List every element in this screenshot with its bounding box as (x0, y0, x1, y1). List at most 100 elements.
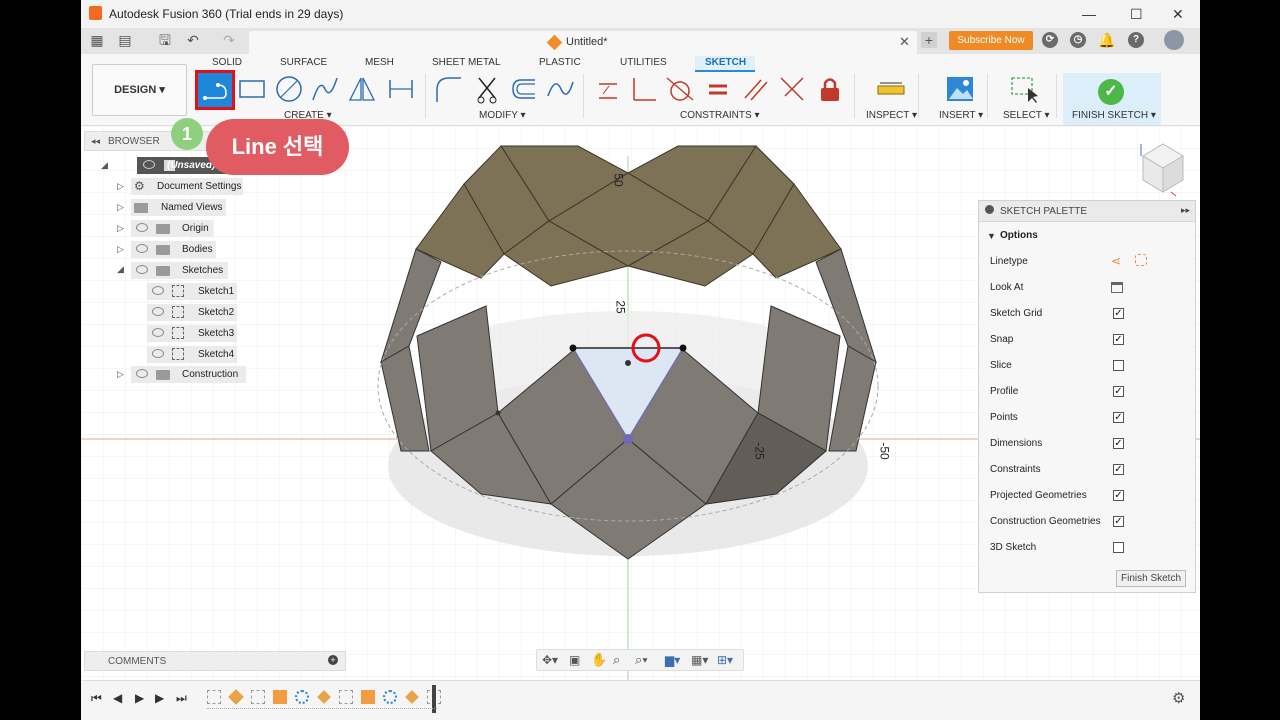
timeline-sketch-feature[interactable] (207, 690, 221, 704)
trim-tool-icon[interactable] (473, 74, 503, 104)
tangent-constraint-icon[interactable] (665, 74, 695, 104)
fillet-tool-icon[interactable] (433, 74, 463, 104)
tab-solid[interactable]: SOLID (212, 57, 242, 68)
pan-icon[interactable]: ✋ (591, 652, 607, 668)
tab-sketch[interactable]: SKETCH (705, 57, 746, 68)
timeline-extrude-feature[interactable] (317, 690, 331, 704)
browser-item-sketches[interactable]: Sketches (131, 262, 228, 279)
mirror-tool-icon[interactable] (347, 74, 377, 104)
tab-mesh[interactable]: MESH (365, 57, 394, 68)
profile-checkbox[interactable]: ✓ (1113, 386, 1124, 397)
equal-constraint-icon[interactable] (703, 74, 733, 104)
help-icon[interactable]: ? (1128, 32, 1144, 48)
centerline-linetype-icon[interactable] (1135, 254, 1147, 266)
tab-plastic[interactable]: PLASTIC (539, 57, 581, 68)
minimize-button[interactable]: — (1082, 6, 1096, 22)
job-status-icon[interactable]: ◷ (1070, 32, 1086, 48)
subscribe-button[interactable]: Subscribe Now (949, 31, 1033, 50)
insert-menu[interactable]: INSERT ▾ (939, 110, 983, 121)
timeline-body-feature[interactable] (361, 690, 375, 704)
browser-item-sketch4[interactable]: Sketch4 (147, 346, 237, 363)
browser-item-sketch1[interactable]: Sketch1 (147, 283, 237, 300)
timeline-pattern-feature[interactable] (383, 690, 397, 704)
display-settings-icon[interactable]: ▆▾ (665, 653, 680, 667)
fit-icon[interactable]: ⌕▾ (635, 652, 648, 668)
dimensions-checkbox[interactable]: ✓ (1113, 438, 1124, 449)
data-panel-grid-icon[interactable]: ▦ (89, 32, 105, 48)
offset-tool-icon[interactable] (509, 74, 539, 104)
visibility-eye-icon[interactable] (136, 244, 148, 253)
construction-linetype-icon[interactable]: ⋖ (1111, 254, 1121, 268)
select-menu[interactable]: SELECT ▾ (1003, 110, 1050, 121)
construction-geometries-checkbox[interactable]: ✓ (1113, 516, 1124, 527)
finish-sketch-check-icon[interactable]: ✓ (1098, 79, 1124, 105)
select-tool-icon[interactable] (1010, 74, 1040, 104)
expand-icon[interactable]: ▷ (117, 369, 124, 380)
browser-item-sketch3[interactable]: Sketch3 (147, 325, 237, 342)
maximize-button[interactable]: ☐ (1130, 6, 1143, 23)
undo-icon[interactable]: ↶ (185, 32, 201, 48)
notifications-icon[interactable]: 🔔 (1098, 32, 1115, 48)
extensions-icon[interactable]: ⟳ (1042, 32, 1058, 48)
line-tool-button[interactable] (198, 73, 232, 107)
visibility-eye-icon[interactable] (143, 160, 155, 169)
sketch-grid-checkbox[interactable]: ✓ (1113, 308, 1124, 319)
constraints-checkbox[interactable]: ✓ (1113, 464, 1124, 475)
look-at-nav-icon[interactable]: ▣ (569, 653, 580, 667)
fix-constraint-icon[interactable] (815, 74, 845, 104)
palette-pin-icon[interactable] (985, 205, 994, 214)
workspace-switcher[interactable]: DESIGN ▾ (92, 64, 187, 116)
step-forward-icon[interactable]: ▶ (155, 691, 164, 705)
constraints-menu[interactable]: CONSTRAINTS ▾ (680, 110, 759, 121)
user-avatar[interactable] (1164, 30, 1184, 50)
browser-item-bodies[interactable]: Bodies (131, 241, 216, 258)
new-tab-button[interactable]: + (921, 32, 937, 48)
hidden-eye-icon[interactable] (152, 307, 164, 316)
look-at-icon[interactable] (1111, 282, 1123, 293)
collapse-browser-icon[interactable]: ◂◂ (91, 136, 100, 147)
tab-sheet-metal[interactable]: SHEET METAL (432, 57, 501, 68)
horizontal-constraint-icon[interactable] (593, 74, 623, 104)
dimension-tool-icon[interactable] (386, 74, 416, 104)
close-window-button[interactable]: ✕ (1172, 6, 1184, 23)
sketch-palette-header[interactable]: SKETCH PALETTE ▸▸ (979, 201, 1195, 222)
finish-sketch-menu[interactable]: FINISH SKETCH ▾ (1072, 110, 1156, 121)
expand-root-icon[interactable]: ◢ (101, 160, 108, 171)
circle-tool-icon[interactable] (274, 74, 304, 104)
expand-palette-icon[interactable]: ▸▸ (1181, 205, 1190, 216)
timeline-body-feature[interactable] (273, 690, 287, 704)
coincident-constraint-icon[interactable] (777, 74, 807, 104)
projected-geometries-checkbox[interactable]: ✓ (1113, 490, 1124, 501)
tab-utilities[interactable]: UTILITIES (620, 57, 667, 68)
tab-surface[interactable]: SURFACE (280, 57, 327, 68)
visibility-eye-icon[interactable] (152, 286, 164, 295)
snap-checkbox[interactable]: ✓ (1113, 334, 1124, 345)
visibility-eye-icon[interactable] (152, 349, 164, 358)
go-to-start-icon[interactable]: ⏮ (91, 691, 102, 706)
parallel-constraint-icon[interactable] (741, 74, 771, 104)
browser-item-document-settings[interactable]: ⚙ Document Settings (131, 178, 243, 195)
grid-settings-icon[interactable]: ▦▾ (691, 653, 708, 667)
expand-icon[interactable]: ▷ (117, 223, 124, 234)
insert-image-icon[interactable] (945, 74, 975, 104)
inspect-menu[interactable]: INSPECT ▾ (866, 110, 917, 121)
browser-item-named-views[interactable]: Named Views (131, 199, 226, 216)
points-checkbox[interactable]: ✓ (1113, 412, 1124, 423)
extend-tool-icon[interactable] (545, 74, 575, 104)
browser-item-construction[interactable]: Construction (131, 366, 246, 383)
expand-icon[interactable]: ▷ (117, 181, 124, 192)
save-icon[interactable]: 🖫 (157, 32, 173, 48)
timeline-extrude-feature[interactable] (405, 690, 419, 704)
zoom-icon[interactable]: ⌕ (613, 652, 620, 668)
orbit-icon[interactable]: ✥▾ (542, 653, 558, 667)
expand-icon[interactable]: ▷ (117, 244, 124, 255)
close-tab-button[interactable]: ✕ (899, 34, 910, 50)
go-to-end-icon[interactable]: ⏭ (176, 691, 187, 706)
timeline-pattern-feature[interactable] (295, 690, 309, 704)
comments-panel[interactable]: COMMENTS + (84, 651, 346, 671)
step-back-icon[interactable]: ◀ (113, 691, 122, 705)
redo-icon[interactable]: ↷ (221, 32, 237, 48)
finish-sketch-button[interactable]: Finish Sketch (1116, 570, 1186, 587)
file-menu-icon[interactable]: ▤ (117, 32, 133, 48)
visibility-eye-icon[interactable] (136, 223, 148, 232)
